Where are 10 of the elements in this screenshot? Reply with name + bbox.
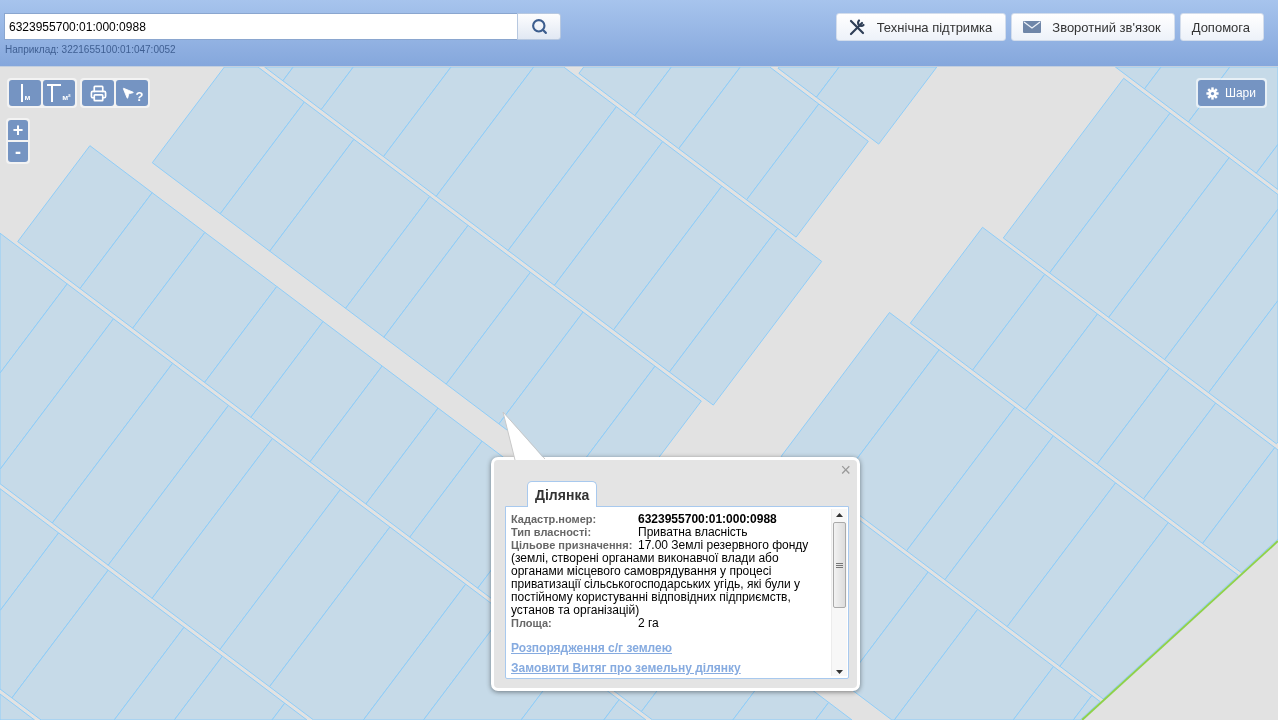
search-hint: Наприклад: 3221655100:01:047:0052 (5, 44, 176, 55)
field-label: Кадастр.номер: (511, 513, 598, 526)
field-description: (землі, створені органами виконавчої влади або органами місцевого самоврядування у процесі приватизації сільськогосподарських угідь, які були у постійному користуванні відповідних підприємств, установ та організацій) (511, 552, 801, 617)
field-value: 17.00 Землі резервного фонду (638, 538, 809, 552)
field-label: Тип власності: (511, 526, 593, 539)
field-value: 6323955700:01:000:0988 (638, 512, 777, 526)
field-label: Цільове призначення: (511, 539, 634, 552)
field-value: Приватна власність (638, 525, 748, 539)
field-value: 2 га (638, 616, 659, 630)
field-label: Площа: (511, 617, 553, 630)
